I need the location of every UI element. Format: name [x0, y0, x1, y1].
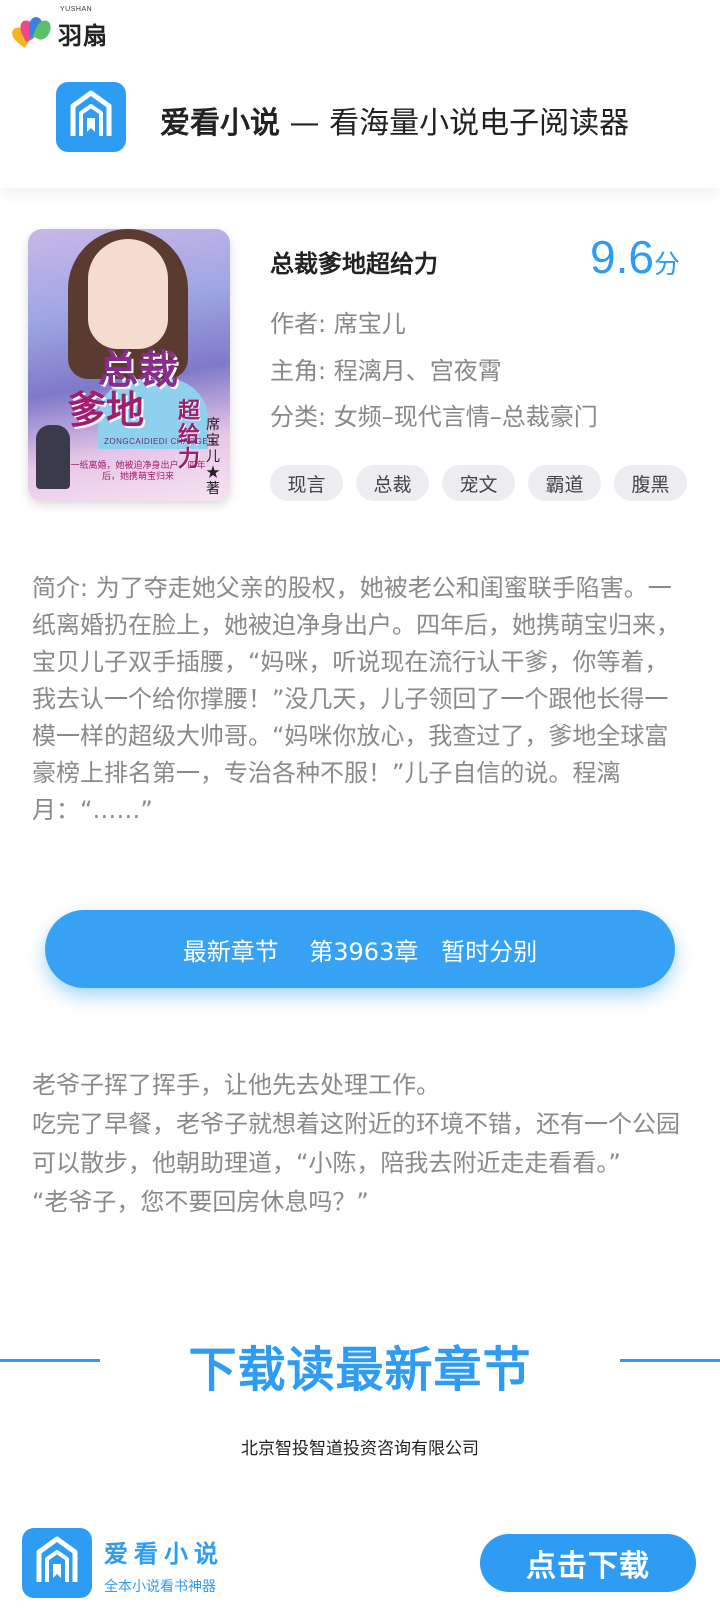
book-intro: 简介: 为了夺走她父亲的股权，她被老公和闺蜜联手陷害。一纸离婚扔在脸上，她被迫净… [32, 574, 680, 824]
tag-chip[interactable]: 现言 [270, 465, 343, 501]
bookmark-house-icon[interactable] [56, 82, 126, 152]
app-title-separator: — [289, 106, 320, 141]
tag-chip[interactable]: 宠文 [442, 465, 515, 501]
brand-logo-cn: 羽扇 [58, 22, 108, 50]
divider-right [620, 1359, 720, 1362]
download-heading[interactable]: 下载读最新章节 [0, 1330, 720, 1400]
app-tagline: 看海量小说电子阅读器 [329, 106, 630, 141]
app-title: 爱看小说 — 看海量小说电子阅读器 [160, 98, 629, 142]
tag-chip[interactable]: 总裁 [356, 465, 429, 501]
cover-author: 席宝儿★著 [206, 417, 220, 497]
cover-blurb: 一纸离婚，她被迫净身出户。四年后，她携萌宝归来 [70, 461, 206, 482]
book-cover[interactable]: 总裁 爹地 超给力 席宝儿★著 ZONGCAIDIEDI CHAOGEILI 一… [28, 229, 230, 501]
book-lead-characters: 主角: 程漓月、宫夜霄 [270, 357, 502, 385]
footer-slogan: 全本小说看书神器 [104, 1579, 216, 1595]
book-category: 分类: 女频–现代言情–总裁豪门 [270, 403, 598, 431]
app-header: 爱看小说 — 看海量小说电子阅读器 [0, 70, 720, 188]
company-name: 北京智投智道投资咨询有限公司 [241, 1439, 479, 1459]
brand-logo-en: YUSHAN [60, 6, 93, 13]
bookmark-house-icon[interactable] [22, 1528, 92, 1598]
latest-chapter-button[interactable]: 最新章节 第3963章 暂时分别 [45, 910, 675, 988]
book-author: 作者: 席宝儿 [270, 310, 406, 338]
cover-pinyin: ZONGCAIDIEDI CHAOGEILI [104, 437, 219, 446]
tag-chip[interactable]: 腹黑 [614, 465, 687, 501]
book-title: 总裁爹地超给力 [270, 250, 438, 278]
brand-logo: YUSHAN 羽扇 [8, 6, 108, 51]
book-tags: 现言 总裁 宠文 霸道 腹黑 [270, 465, 687, 501]
app-name: 爱看小说 [160, 106, 280, 141]
excerpt-paragraph: 吃完了早餐，老爷子就想着这附近的环境不错，还有一个公园可以散步，他朝助理道，“小… [32, 1110, 680, 1177]
rating-value: 9.6 [590, 231, 654, 283]
excerpt-paragraph: 老爷子挥了挥手，让他先去处理工作。 [32, 1071, 440, 1099]
tag-chip[interactable]: 霸道 [528, 465, 601, 501]
chapter-excerpt: 老爷子挥了挥手，让他先去处理工作。 吃完了早餐，老爷子就想着这附近的环境不错，还… [32, 1066, 692, 1222]
feather-fan-icon [8, 14, 54, 48]
cover-title-line2: 爹地 [68, 387, 145, 432]
footer-app-name: 爱看小说 [104, 1540, 224, 1568]
rating-unit: 分 [653, 250, 680, 280]
download-button[interactable]: 点击下载 [480, 1534, 696, 1592]
excerpt-paragraph: “老爷子，您不要回房休息吗？” [32, 1188, 369, 1216]
book-rating: 9.6分 [590, 230, 680, 284]
